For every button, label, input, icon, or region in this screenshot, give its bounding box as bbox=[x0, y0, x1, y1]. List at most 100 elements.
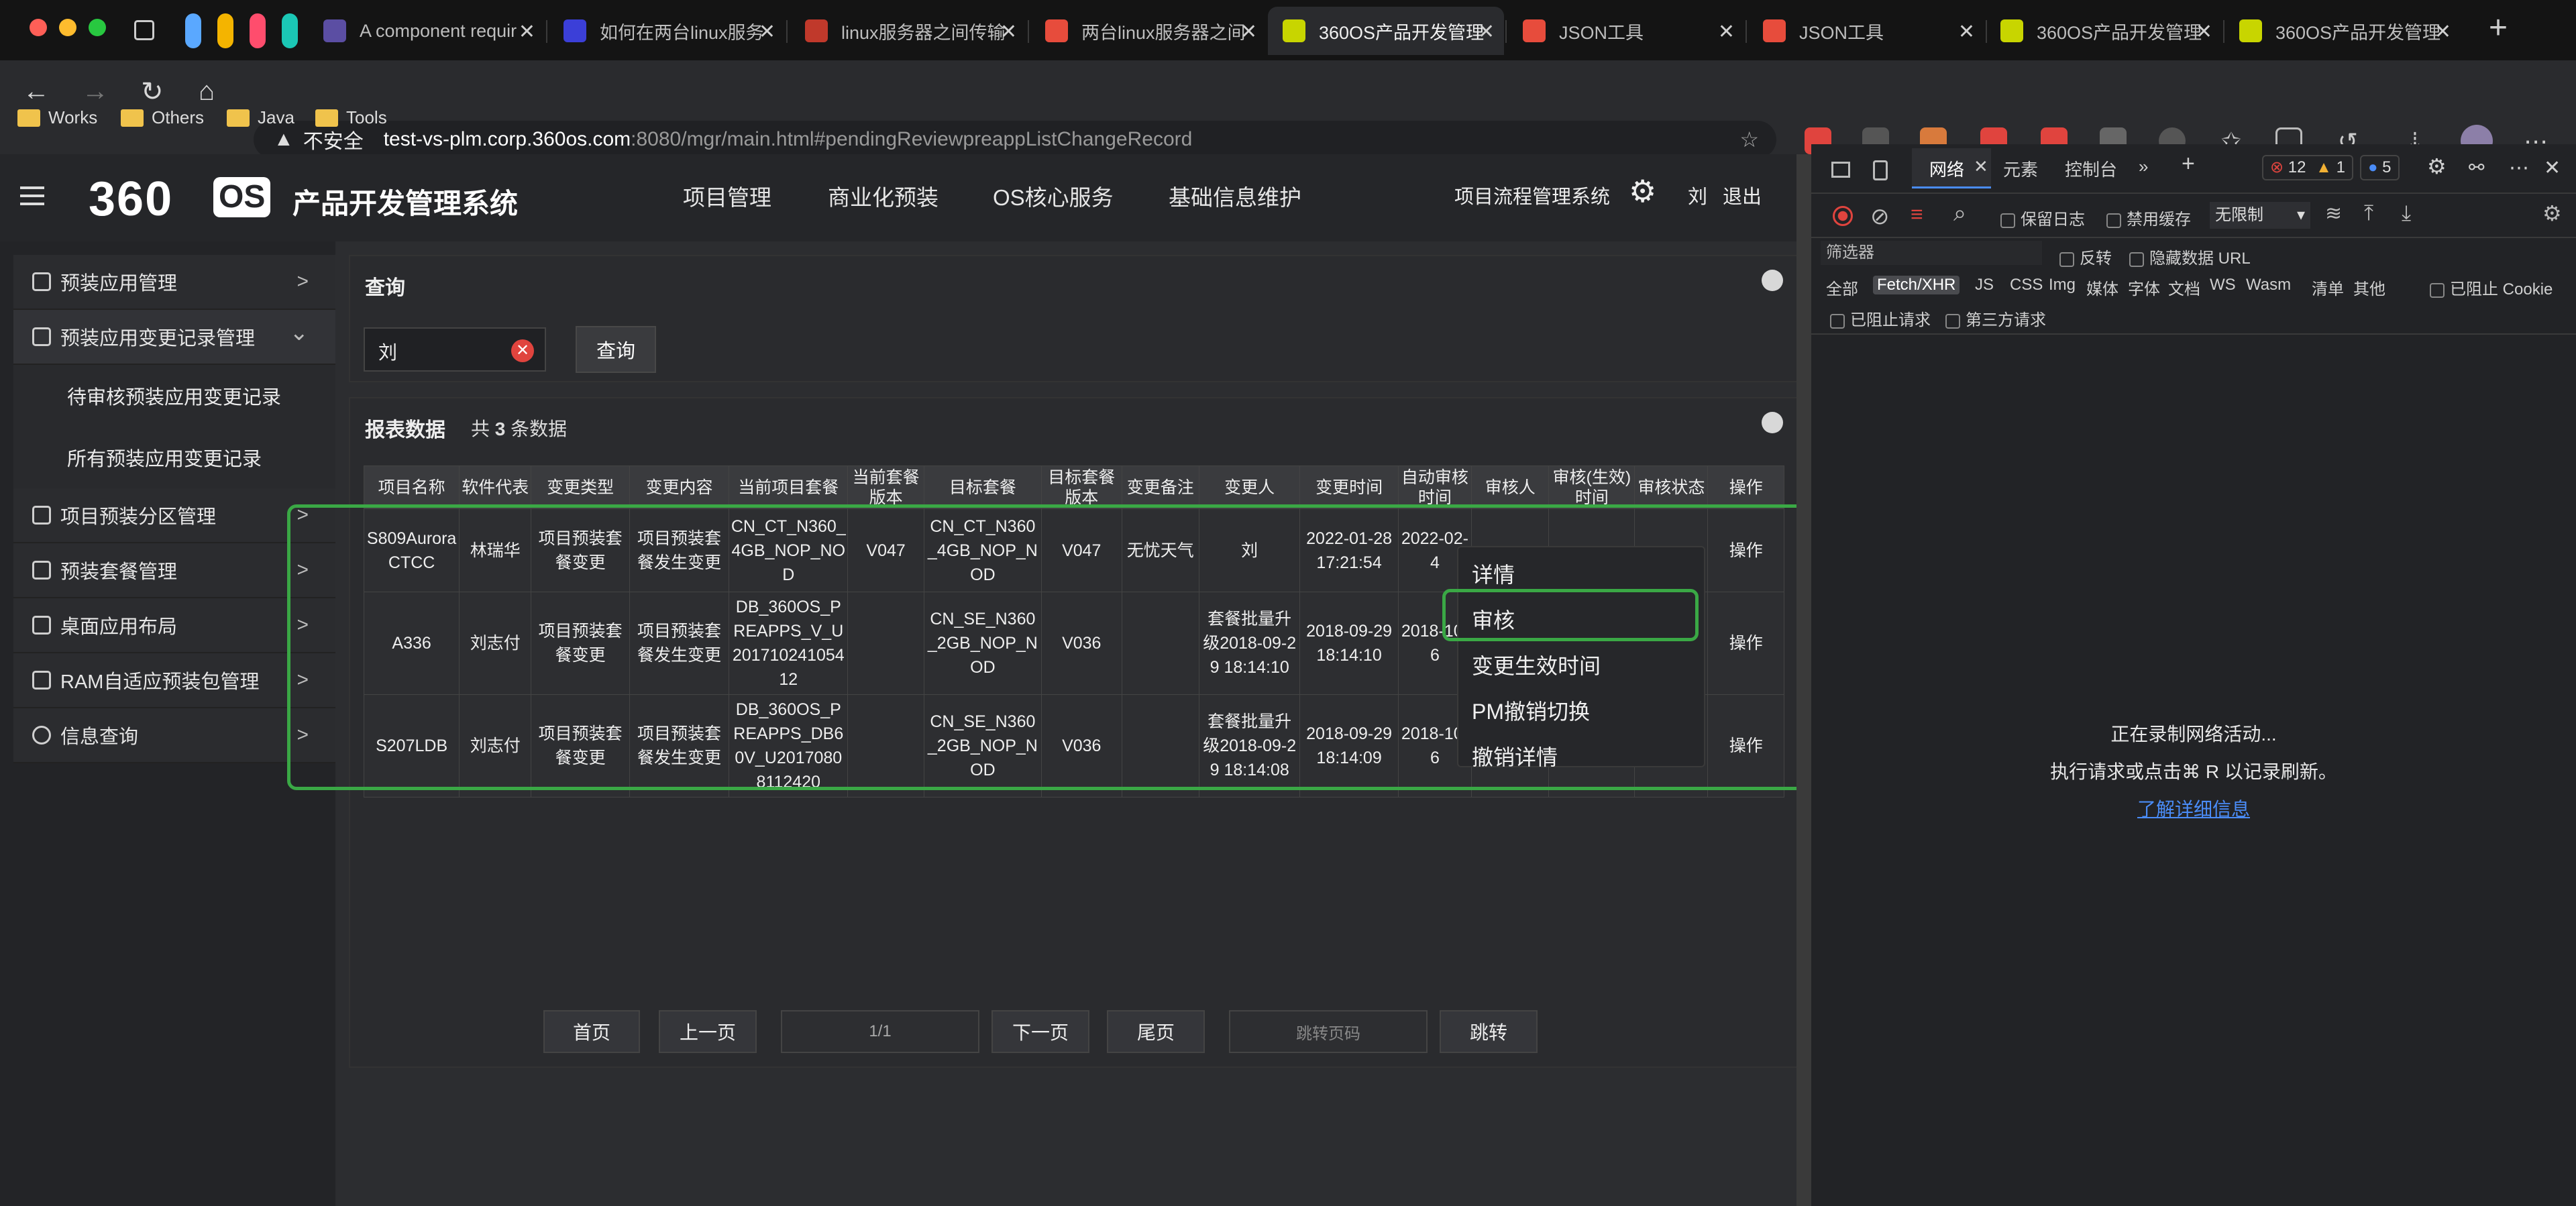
info-counter[interactable]: ● 5 bbox=[2360, 155, 2400, 180]
clear-icon[interactable]: ⊘ bbox=[1870, 203, 1890, 230]
throttle-select[interactable]: 无限制 ▾ bbox=[2210, 202, 2310, 229]
gear-icon[interactable]: ⚙ bbox=[1629, 173, 1656, 209]
tab-close-icon[interactable]: ✕ bbox=[1958, 20, 1975, 44]
column-header[interactable]: 变更人 bbox=[1198, 465, 1301, 509]
wifi-icon[interactable]: ≋ bbox=[2325, 202, 2342, 225]
pinned-tab-icon[interactable] bbox=[250, 13, 266, 48]
filter-type-0[interactable]: 全部 bbox=[1826, 276, 1858, 299]
bookmark-tools[interactable]: Tools bbox=[315, 107, 387, 128]
menu-icon[interactable] bbox=[20, 186, 44, 189]
nav-project-management[interactable]: 项目管理 bbox=[683, 180, 771, 212]
browser-tab[interactable]: linux服务器之间传输 ✕ bbox=[790, 7, 1026, 55]
column-header[interactable]: 目标套餐版本 bbox=[1040, 465, 1122, 509]
search-input[interactable]: 刘 ✕ bbox=[364, 327, 546, 372]
tab-close-icon[interactable]: ✕ bbox=[1478, 20, 1495, 44]
browser-tab[interactable]: 360OS产品开发管理 ✕ bbox=[1268, 7, 1504, 55]
tab-console[interactable]: 控制台 bbox=[2065, 156, 2117, 181]
query-button[interactable]: 查询 bbox=[576, 326, 656, 373]
device-icon[interactable] bbox=[1873, 160, 1888, 180]
close-devtools-icon[interactable]: ✕ bbox=[2544, 156, 2561, 180]
column-header[interactable]: 目标套餐 bbox=[923, 465, 1042, 509]
clear-icon[interactable]: ✕ bbox=[511, 339, 534, 362]
collapse-icon[interactable] bbox=[1762, 270, 1783, 291]
column-header[interactable]: 审核人 bbox=[1471, 465, 1550, 509]
new-tab-button[interactable]: + bbox=[2489, 9, 2508, 46]
filter-type-3[interactable]: CSS bbox=[2010, 276, 2043, 294]
next-page-button[interactable]: 下一页 bbox=[991, 1010, 1089, 1053]
home-icon[interactable]: ⌂ bbox=[199, 76, 215, 107]
record-icon[interactable] bbox=[1833, 206, 1853, 226]
nav-basic-info[interactable]: 基础信息维护 bbox=[1169, 180, 1301, 212]
nav-os-core-service[interactable]: OS核心服务 bbox=[993, 180, 1114, 212]
pinned-tab-icon[interactable] bbox=[217, 13, 233, 48]
browser-tab[interactable]: 如何在两台linux服务 ✕ bbox=[549, 7, 785, 55]
reload-icon[interactable]: ↻ bbox=[141, 76, 164, 107]
jump-button[interactable]: 跳转 bbox=[1440, 1010, 1538, 1053]
tab-close-icon[interactable]: ✕ bbox=[2196, 20, 2212, 44]
browser-tab[interactable]: 360OS产品开发管理 ✕ bbox=[2224, 7, 2461, 55]
column-header[interactable]: 变更时间 bbox=[1299, 465, 1399, 509]
favorite-star-icon[interactable]: ☆ bbox=[1739, 127, 1759, 152]
collapse-icon[interactable] bbox=[1762, 412, 1783, 433]
search-icon[interactable]: ⌕ bbox=[1953, 201, 1966, 227]
back-arrow-icon[interactable]: ← bbox=[23, 76, 50, 107]
bookmark-java[interactable]: Java bbox=[227, 107, 294, 128]
filter-type-4[interactable]: Img bbox=[2049, 276, 2076, 294]
filter-icon[interactable]: ≡ bbox=[1911, 202, 1923, 227]
browser-tab[interactable]: JSON工具 ✕ bbox=[1508, 7, 1744, 55]
column-header[interactable]: 变更备注 bbox=[1121, 465, 1199, 509]
preserve-log-checkbox[interactable]: 保留日志 bbox=[2000, 206, 2085, 229]
inspect-icon[interactable] bbox=[1831, 162, 1850, 178]
tab-elements[interactable]: 元素 bbox=[2003, 156, 2038, 181]
sidebar-item-change-record[interactable]: 预装应用变更记录管理 ⌄ bbox=[13, 310, 335, 365]
logout-link[interactable]: 退出 bbox=[1723, 181, 1762, 209]
last-page-button[interactable]: 尾页 bbox=[1107, 1010, 1205, 1053]
first-page-button[interactable]: 首页 bbox=[543, 1010, 640, 1053]
column-header[interactable]: 审核(生效)时间 bbox=[1548, 465, 1635, 509]
connect-icon[interactable]: ⚯ bbox=[2469, 156, 2484, 178]
sidebar-subitem-pending[interactable]: 待审核预装应用变更记录 bbox=[13, 365, 335, 427]
browser-tab[interactable]: JSON工具 ✕ bbox=[1748, 7, 1984, 55]
browser-tab[interactable]: 360OS产品开发管理 ✕ bbox=[1986, 7, 2222, 55]
sidebar-item-preinstall-app[interactable]: 预装应用管理 > bbox=[13, 255, 335, 310]
column-header[interactable]: 项目名称 bbox=[363, 465, 460, 509]
sidebar-subitem-all[interactable]: 所有预装应用变更记录 bbox=[13, 427, 335, 488]
third-party-checkbox[interactable]: 第三方请求 bbox=[1945, 307, 2046, 330]
settings-gear-icon[interactable]: ⚙ bbox=[2542, 201, 2562, 226]
column-header[interactable]: 操作 bbox=[1707, 465, 1784, 509]
hide-data-url-checkbox[interactable]: 隐藏数据 URL bbox=[2129, 245, 2251, 268]
blocked-cookies-checkbox[interactable]: 已阻止 Cookie bbox=[2430, 276, 2553, 299]
column-header[interactable]: 变更类型 bbox=[531, 465, 630, 509]
forward-arrow-icon[interactable]: → bbox=[82, 76, 109, 107]
prev-page-button[interactable]: 上一页 bbox=[659, 1010, 757, 1053]
filter-type-9[interactable]: Wasm bbox=[2246, 276, 2291, 294]
filter-type-7[interactable]: 文档 bbox=[2168, 276, 2200, 299]
sidebar-toggle-icon[interactable] bbox=[134, 20, 154, 40]
more-icon[interactable]: ⋯ bbox=[2509, 156, 2529, 180]
tab-close-icon[interactable]: ✕ bbox=[759, 20, 775, 44]
pinned-tab-icon[interactable] bbox=[282, 13, 298, 48]
flow-system-link[interactable]: 项目流程管理系统 bbox=[1454, 181, 1610, 209]
close-window-button[interactable] bbox=[30, 19, 47, 36]
more-tabs-icon[interactable]: » bbox=[2139, 156, 2148, 177]
pinned-tab-icon[interactable] bbox=[185, 13, 201, 48]
learn-more-link[interactable]: 了解详细信息 bbox=[1811, 795, 2576, 822]
tab-close-icon[interactable]: ✕ bbox=[1240, 20, 1257, 44]
filter-type-10[interactable]: 清单 bbox=[2312, 276, 2344, 299]
bookmark-others[interactable]: Others bbox=[121, 107, 204, 128]
tab-network[interactable]: 网络 bbox=[1929, 156, 1964, 181]
filter-type-2[interactable]: JS bbox=[1975, 276, 1994, 294]
filter-type-11[interactable]: 其他 bbox=[2353, 276, 2385, 299]
invert-checkbox[interactable]: 反转 bbox=[2059, 245, 2112, 268]
column-header[interactable]: 当前项目套餐 bbox=[729, 465, 849, 509]
filter-type-6[interactable]: 字体 bbox=[2128, 276, 2160, 299]
filter-type-5[interactable]: 媒体 bbox=[2086, 276, 2118, 299]
filter-type-8[interactable]: WS bbox=[2210, 276, 2236, 294]
browser-tab[interactable]: A component requir ✕ bbox=[309, 7, 545, 55]
blocked-requests-checkbox[interactable]: 已阻止请求 bbox=[1830, 307, 1931, 330]
filter-input[interactable]: 筛选器 bbox=[1821, 241, 2042, 265]
tab-close-icon[interactable]: ✕ bbox=[1718, 20, 1735, 44]
download-icon[interactable]: ⤓ bbox=[2402, 201, 2411, 226]
jump-page-input[interactable]: 跳转页码 bbox=[1229, 1010, 1428, 1053]
column-header[interactable]: 当前套餐版本 bbox=[847, 465, 924, 509]
